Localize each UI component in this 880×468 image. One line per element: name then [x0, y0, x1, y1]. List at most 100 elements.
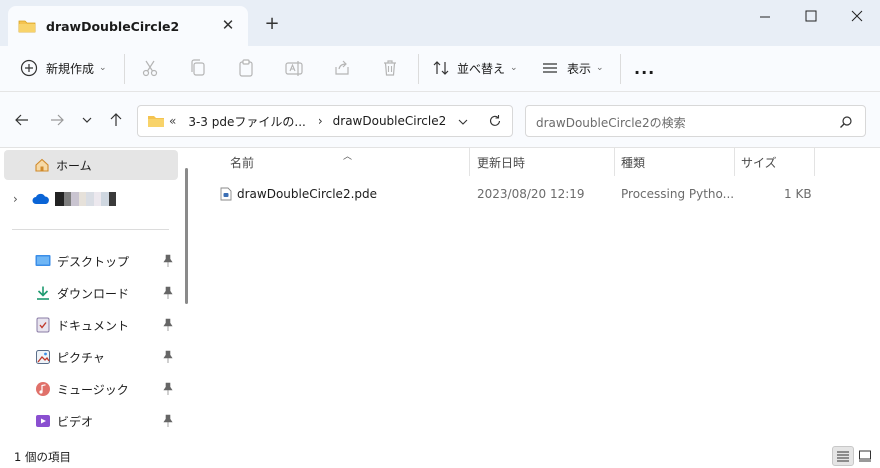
pictures-icon: [36, 350, 50, 364]
sidebar-item-desktop[interactable]: デスクトップ: [4, 246, 178, 276]
file-name: drawDoubleCircle2.pde: [237, 187, 378, 201]
pin-icon[interactable]: [162, 318, 174, 332]
sidebar-item-label: デスクトップ: [57, 254, 130, 269]
file-size: 1 KB: [784, 187, 812, 201]
details-view-button[interactable]: [832, 446, 854, 466]
tab-close-icon[interactable]: ✕: [220, 17, 236, 33]
new-button[interactable]: 新規作成 ⌄: [20, 46, 107, 90]
more-icon: ...: [634, 58, 656, 78]
breadcrumb-item[interactable]: drawDoubleCircle2: [333, 114, 447, 128]
new-tab-button[interactable]: +: [262, 14, 282, 34]
chevron-right-icon[interactable]: ›: [13, 192, 18, 206]
cloud-icon: [32, 193, 49, 204]
maximize-button[interactable]: [788, 4, 834, 28]
sidebar-scrollbar[interactable]: [185, 168, 188, 304]
back-button[interactable]: [12, 110, 32, 130]
column-divider[interactable]: [614, 148, 615, 176]
up-button[interactable]: [106, 110, 126, 130]
tiles-view-button[interactable]: [854, 446, 876, 466]
copy-icon: [191, 59, 205, 76]
sidebar-item-videos[interactable]: ビデオ: [4, 406, 178, 436]
sidebar-item-label: ミュージック: [57, 382, 129, 397]
folder-icon: [148, 116, 164, 127]
copy-button[interactable]: [188, 46, 208, 90]
clipboard-icon: [239, 59, 253, 77]
tab-active[interactable]: drawDoubleCircle2 ✕: [8, 6, 248, 46]
column-header-label: 種類: [621, 155, 646, 170]
toolbar-divider: [124, 54, 125, 84]
forward-button[interactable]: [47, 110, 67, 130]
close-button[interactable]: [834, 4, 880, 28]
sidebar-item-label: ホーム: [56, 158, 92, 173]
pin-icon[interactable]: [162, 382, 174, 396]
pin-icon[interactable]: [162, 414, 174, 428]
sidebar-item-home[interactable]: ホーム: [4, 150, 178, 180]
chevron-down-icon: [82, 117, 92, 123]
view-label: 表示: [567, 61, 592, 76]
rename-button[interactable]: [284, 46, 304, 90]
pin-icon[interactable]: [162, 350, 174, 364]
breadcrumb-overflow[interactable]: «: [169, 114, 176, 128]
file-list: ︿ 名前 更新日時 種類 サイズ drawDoubleCircle2.pde 2…: [196, 148, 880, 444]
toolbar-divider: [418, 54, 419, 84]
column-header-size[interactable]: サイズ: [741, 148, 777, 176]
search-icon: [840, 116, 852, 128]
tiles-view-icon: [859, 450, 871, 462]
column-divider[interactable]: [734, 148, 735, 176]
search-placeholder: drawDoubleCircle2の検索: [536, 116, 686, 130]
sidebar-item-downloads[interactable]: ダウンロード: [4, 278, 178, 308]
breadcrumb-separator-icon: ›: [317, 114, 323, 128]
tab-title: drawDoubleCircle2: [46, 18, 180, 34]
navigation-pane: ホーム › デスクトップ ダウンロード ドキュメント ピクチャ ミュージック ビ…: [0, 148, 190, 444]
sidebar-item-documents[interactable]: ドキュメント: [4, 310, 178, 340]
paste-button[interactable]: [236, 46, 256, 90]
toolbar-divider: [620, 54, 621, 84]
rename-icon: [285, 61, 303, 76]
more-options-button[interactable]: ...: [634, 46, 655, 90]
column-header-type[interactable]: 種類: [621, 148, 645, 176]
column-header-label: 更新日時: [477, 155, 526, 170]
cut-button[interactable]: [140, 46, 160, 90]
folder-icon: [18, 20, 36, 33]
arrow-right-icon: [51, 114, 64, 126]
chevron-down-icon[interactable]: [457, 116, 469, 128]
sort-label: 並べ替え: [457, 61, 506, 76]
view-button[interactable]: 表示 ⌄: [541, 46, 604, 90]
sidebar-item-onedrive[interactable]: ›: [4, 184, 178, 214]
address-bar[interactable]: « 3-3 pdeファイルの... › drawDoubleCircle2: [137, 105, 513, 137]
share-button[interactable]: [332, 46, 352, 90]
sidebar-divider: [12, 229, 169, 230]
column-divider[interactable]: [469, 148, 470, 176]
command-bar: 新規作成 ⌄ 並べ替え ⌄ 表示 ⌄ ...: [0, 46, 880, 92]
column-header-date[interactable]: 更新日時: [477, 148, 525, 176]
chevron-down-icon: ⌄: [596, 63, 604, 73]
plus-circle-icon: [20, 59, 38, 77]
column-header-label: 名前: [230, 155, 255, 170]
chevron-down-icon: ⌄: [99, 63, 107, 73]
refresh-icon[interactable]: [488, 114, 502, 128]
column-divider[interactable]: [814, 148, 815, 176]
column-header-name[interactable]: 名前: [230, 148, 254, 176]
main-area: ホーム › デスクトップ ダウンロード ドキュメント ピクチャ ミュージック ビ…: [0, 148, 880, 444]
sort-ascending-icon: ︿: [343, 152, 353, 162]
music-icon: [36, 382, 50, 396]
column-header-label: サイズ: [741, 155, 777, 170]
title-bar: drawDoubleCircle2 ✕ +: [0, 0, 880, 46]
download-icon: [37, 286, 49, 300]
arrow-up-icon: [110, 113, 122, 126]
minimize-button[interactable]: [742, 4, 788, 28]
sort-button[interactable]: 並べ替え ⌄: [432, 46, 518, 90]
desktop-icon: [35, 255, 51, 266]
new-label: 新規作成: [46, 61, 95, 76]
sidebar-item-music[interactable]: ミュージック: [4, 374, 178, 404]
table-row[interactable]: drawDoubleCircle2.pde 2023/08/20 12:19 P…: [214, 181, 814, 207]
pin-icon[interactable]: [162, 254, 174, 268]
pin-icon[interactable]: [162, 286, 174, 300]
recent-locations-button[interactable]: [77, 110, 97, 130]
sidebar-item-pictures[interactable]: ピクチャ: [4, 342, 178, 372]
breadcrumb-item[interactable]: 3-3 pdeファイルの...: [188, 113, 305, 130]
search-input[interactable]: drawDoubleCircle2の検索: [525, 105, 866, 137]
documents-icon: [36, 317, 50, 333]
status-bar: 1 個の項目: [0, 444, 880, 468]
delete-button[interactable]: [380, 46, 400, 90]
